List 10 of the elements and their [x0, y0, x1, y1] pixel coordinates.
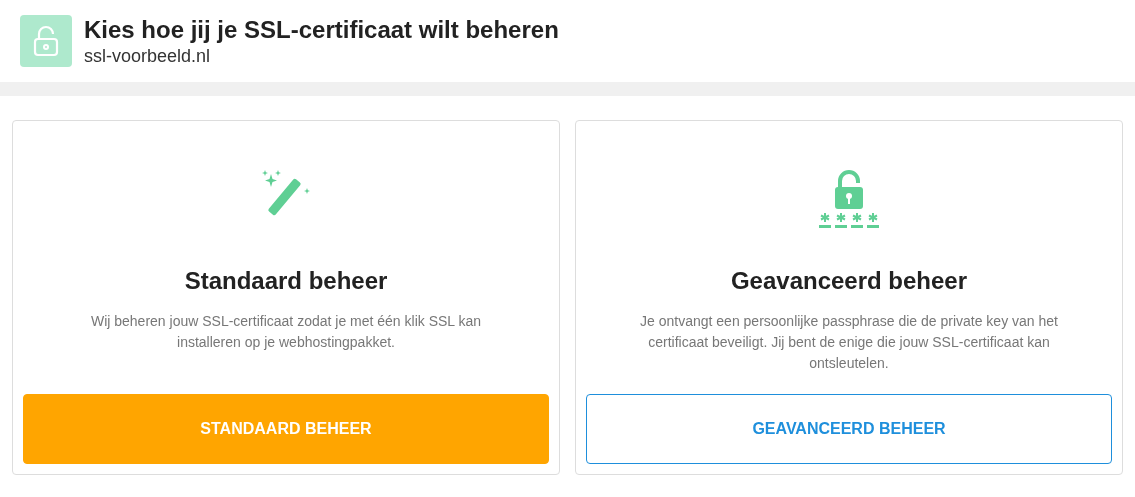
option-description: Wij beheren jouw SSL-certificaat zodat je met één klik SSL kan installeren op je webhostingpakket. — [89, 312, 483, 352]
option-title: Geavanceerd beheer — [730, 266, 968, 296]
padlock-tile-icon — [20, 15, 72, 67]
option-description: Je ontvangt een persoonlijke passphrase die de private key van het certificaat beveiligt. Jij bent de enige die jouw SSL-certificaat kan ontsleutelen. — [639, 312, 1059, 373]
option-title: Standaard beheer — [184, 266, 388, 296]
domain-name: ssl-voorbeeld.nl — [84, 44, 212, 68]
choose-button[interactable]: GEAVANCEERD BEHEER — [586, 394, 1112, 464]
page-title: Kies hoe jij je SSL-certificaat wilt beheren — [84, 14, 559, 45]
choose-button[interactable]: STANDAARD BEHEER — [23, 394, 549, 464]
padlock-password-icon — [818, 168, 880, 228]
